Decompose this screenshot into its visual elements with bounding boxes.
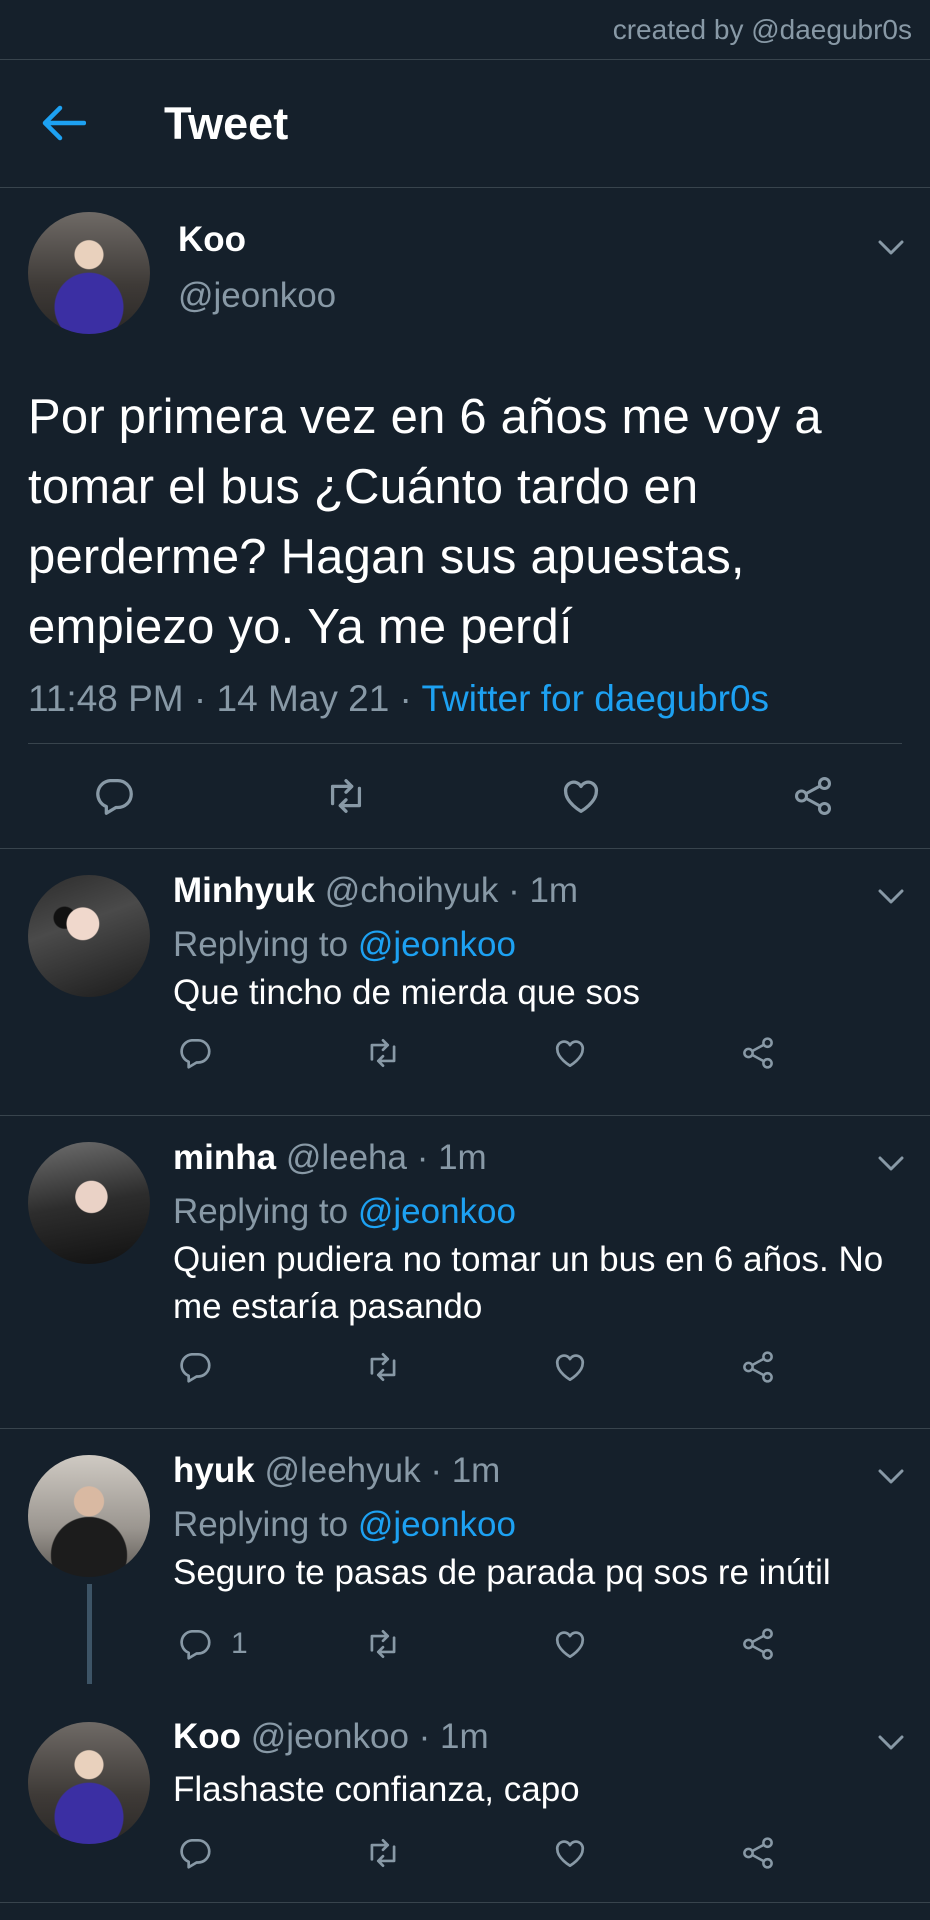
tweet-actions: [0, 773, 930, 823]
chevron-down-icon[interactable]: [878, 889, 904, 905]
reply-actions: [0, 1034, 930, 1074]
speech-bubble-icon[interactable]: [176, 1034, 214, 1072]
avatar[interactable]: [28, 875, 150, 997]
reply-text: Seguro te pasas de parada pq sos re inút…: [173, 1553, 831, 1592]
share-icon[interactable]: [739, 1348, 777, 1386]
chevron-down-icon[interactable]: [878, 1156, 904, 1172]
reply-headline: hyuk @leehyuk · 1m: [173, 1451, 500, 1491]
reply-item[interactable]: minha @leeha · 1m Replying to @jeonkoo Q…: [0, 1116, 930, 1429]
speech-bubble-icon[interactable]: [176, 1625, 214, 1663]
author-handle[interactable]: @jeonkoo: [178, 276, 336, 316]
avatar[interactable]: [28, 212, 150, 334]
heart-icon[interactable]: [551, 1034, 589, 1072]
reply-headline: Minhyuk @choihyuk · 1m: [173, 871, 578, 911]
reply-count: 1: [231, 1627, 248, 1660]
reply-text: Quien pudiera no tomar un bus en 6 años.…: [173, 1240, 884, 1326]
reply-author-handle[interactable]: @choihyuk: [325, 871, 499, 910]
heart-icon[interactable]: [551, 1625, 589, 1663]
replying-to: Replying to @jeonkoo: [173, 1505, 516, 1545]
reply-time: · 1m: [406, 1138, 487, 1177]
main-tweet: Koo @jeonkoo Por primera vez en 6 años m…: [0, 188, 930, 849]
share-icon[interactable]: [790, 773, 836, 819]
replying-to-handle[interactable]: @jeonkoo: [358, 1192, 516, 1231]
reply-actions: [0, 1834, 930, 1874]
tweet-text: Por primera vez en 6 años me voy a tomar…: [28, 390, 822, 654]
reply-author-name[interactable]: Koo: [173, 1717, 241, 1756]
heart-icon[interactable]: [551, 1348, 589, 1386]
share-icon[interactable]: [739, 1034, 777, 1072]
chevron-down-icon[interactable]: [878, 1735, 904, 1751]
reply-time: · 1m: [408, 1717, 489, 1756]
tweet-source-link[interactable]: Twitter for daegubr0s: [422, 678, 770, 719]
reply-author-handle[interactable]: @leehyuk: [264, 1451, 420, 1490]
chevron-down-icon[interactable]: [878, 1469, 904, 1485]
replying-to-handle[interactable]: @jeonkoo: [358, 1505, 516, 1544]
reply-item[interactable]: Minhyuk @choihyuk · 1m Replying to @jeon…: [0, 849, 930, 1116]
share-icon[interactable]: [739, 1834, 777, 1872]
replying-to-handle[interactable]: @jeonkoo: [358, 925, 516, 964]
retweet-icon[interactable]: [364, 1348, 402, 1386]
reply-text: Que tincho de mierda que sos: [173, 973, 640, 1012]
reply-time: · 1m: [498, 871, 579, 910]
reply-time: · 1m: [420, 1451, 501, 1490]
reply-actions: [0, 1348, 930, 1388]
retweet-icon[interactable]: [364, 1034, 402, 1072]
reply-author-handle[interactable]: @jeonkoo: [251, 1717, 409, 1756]
speech-bubble-icon[interactable]: [176, 1348, 214, 1386]
reply-headline: minha @leeha · 1m: [173, 1138, 487, 1178]
reply-author-handle[interactable]: @leeha: [286, 1138, 407, 1177]
credit-bar: created by @daegubr0s: [0, 0, 930, 60]
replying-to-label: Replying to: [173, 1505, 358, 1544]
avatar[interactable]: [28, 1455, 150, 1577]
retweet-icon[interactable]: [323, 773, 369, 819]
replying-to: Replying to @jeonkoo: [173, 925, 516, 965]
speech-bubble-icon[interactable]: [91, 773, 137, 819]
replying-to-label: Replying to: [173, 1192, 358, 1231]
tweet-meta: 11:48 PM · 14 May 21 · Twitter for daegu…: [28, 678, 769, 720]
divider: [28, 743, 902, 744]
arrow-left-icon[interactable]: [40, 103, 87, 143]
page-title: Tweet: [164, 98, 289, 149]
reply-author-name[interactable]: Minhyuk: [173, 871, 315, 910]
retweet-icon[interactable]: [364, 1834, 402, 1872]
avatar[interactable]: [28, 1142, 150, 1264]
top-bar: Tweet: [0, 60, 930, 188]
reply-text: Flashaste confianza, capo: [173, 1770, 580, 1809]
reply-actions: 1: [0, 1625, 930, 1665]
retweet-icon[interactable]: [364, 1625, 402, 1663]
reply-author-name[interactable]: minha: [173, 1138, 276, 1177]
replying-to: Replying to @jeonkoo: [173, 1192, 516, 1232]
reply-headline: Koo @jeonkoo · 1m: [173, 1717, 489, 1757]
replying-to-label: Replying to: [173, 925, 358, 964]
speech-bubble-icon[interactable]: [176, 1834, 214, 1872]
tweet-time: 11:48 PM · 14 May 21 ·: [28, 678, 422, 719]
share-icon[interactable]: [739, 1625, 777, 1663]
author-name[interactable]: Koo: [178, 220, 246, 260]
reply-thread: hyuk @leehyuk · 1m Replying to @jeonkoo …: [0, 1429, 930, 1903]
credit-text: created by @daegubr0s: [612, 14, 912, 45]
avatar[interactable]: [28, 1722, 150, 1844]
heart-icon[interactable]: [558, 773, 604, 819]
chevron-down-icon[interactable]: [878, 240, 904, 256]
heart-icon[interactable]: [551, 1834, 589, 1872]
reply-author-name[interactable]: hyuk: [173, 1451, 255, 1490]
